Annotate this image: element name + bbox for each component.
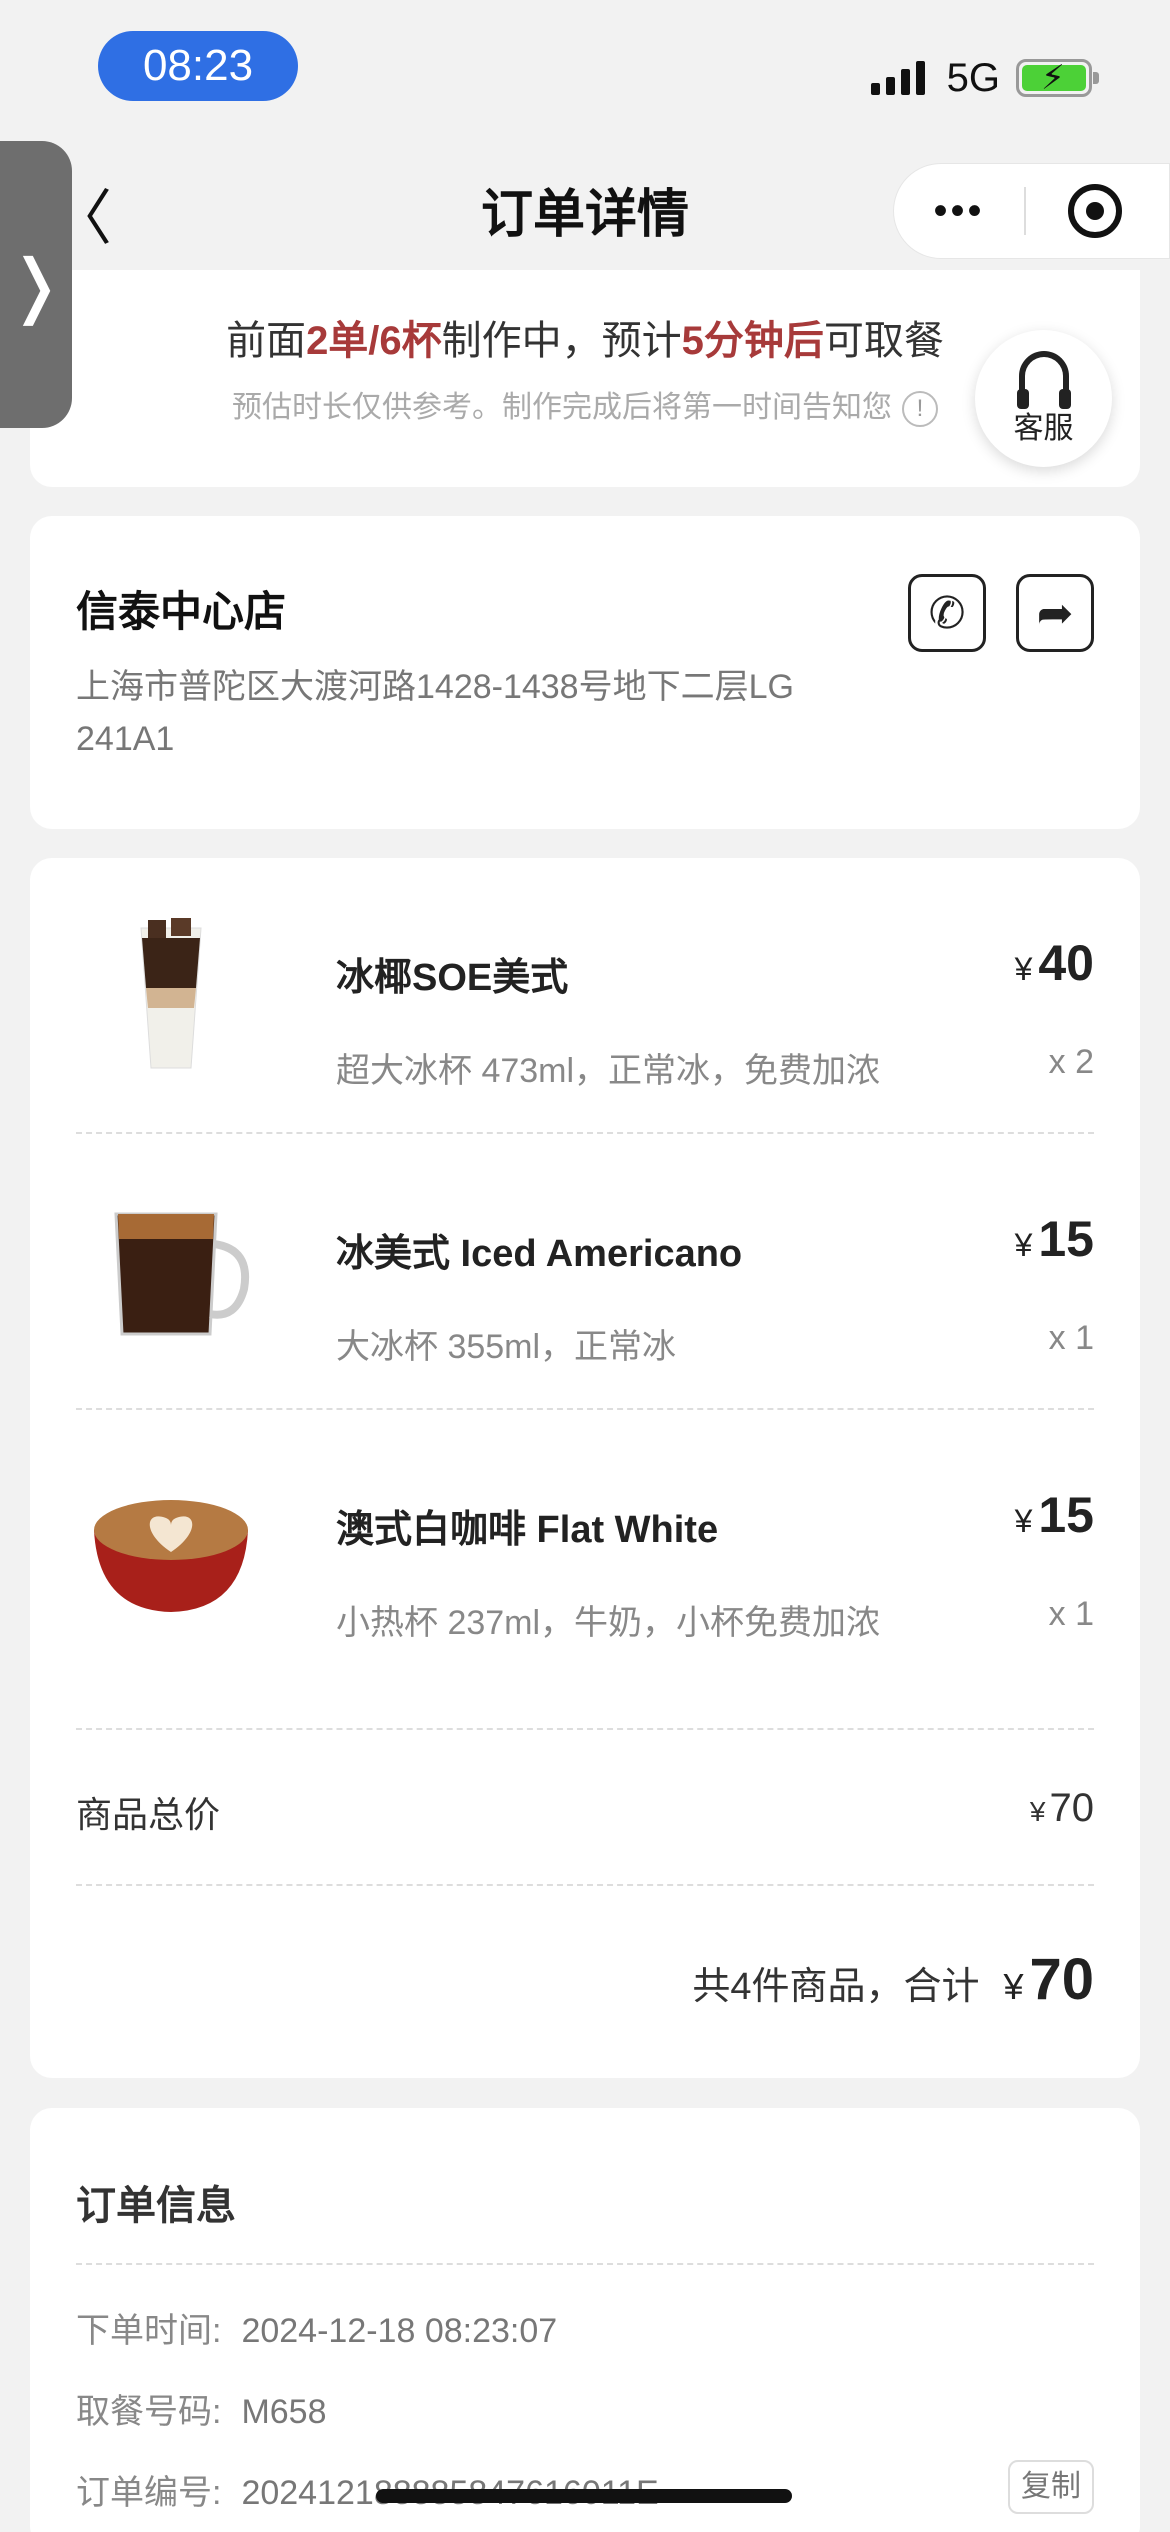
pickup-code-row: 取餐号码: M658 (76, 2393, 327, 2431)
battery-icon: ⚡ (1016, 59, 1099, 97)
grand-total-value: ¥70 (1003, 1947, 1094, 2012)
store-name: 信泰中心店 (76, 588, 287, 635)
copy-button[interactable]: 复制 (1008, 2460, 1094, 2514)
order-time-row: 下单时间: 2024-12-18 08:23:07 (76, 2312, 558, 2350)
item-name: 冰美式 Iced Americano (336, 1233, 743, 1275)
progress-note: 预估时长仅供参考。制作完成后将第一时间告知您! (30, 382, 1140, 428)
item-options: 超大冰杯 473ml，正常冰，免费加浓 (336, 1052, 881, 1090)
headset-icon (1016, 350, 1071, 409)
signal-icon (870, 61, 925, 95)
customer-service-label: 客服 (1013, 411, 1074, 445)
flat-white-image (94, 1500, 248, 1612)
customer-service-button[interactable]: 客服 (975, 330, 1112, 467)
subtotal-value: ¥70 (1029, 1786, 1094, 1830)
item-options: 小热杯 237ml，牛奶，小杯免费加浓 (336, 1604, 881, 1642)
directions-icon[interactable]: ➦ (1016, 574, 1094, 652)
item-options: 大冰杯 355ml，正常冰 (336, 1328, 677, 1366)
subtotal-row: 商品总价 ¥70 (76, 1786, 1094, 1838)
grand-total: 共4件商品，合计 ¥70 (692, 1946, 1094, 2013)
order-info-card: 订单信息 下单时间: 2024-12-18 08:23:07 取餐号码: M658 … (30, 2108, 1140, 2532)
order-detail-page: 08:23 5G ⚡ 〈 订单详情 ••• 前面2单/6杯制作中，预计5分钟后可… (0, 0, 1170, 2532)
network-type: 5G (946, 55, 1000, 100)
item-quantity: x 1 (1048, 1319, 1094, 1357)
mini-program-capsule: ••• (893, 163, 1170, 259)
order-info-title: 订单信息 (76, 2184, 236, 2228)
item-quantity: x 1 (1048, 1595, 1094, 1633)
phone-icon[interactable]: ✆ (908, 574, 986, 652)
store-address: 上海市普陀区大渡河路1428-1438号地下二层LG 241A1 (76, 668, 794, 758)
grand-total-label: 共4件商品，合计 (692, 1966, 980, 2008)
item-name: 冰椰SOE美式 (336, 957, 569, 999)
item-price: ¥15 (1014, 1211, 1094, 1267)
order-item: 冰椰SOE美式 超大冰杯 473ml，正常冰，免费加浓 ¥40 x 2 (76, 858, 1094, 1134)
side-drawer-tab[interactable]: ❭ (0, 141, 72, 428)
item-name: 澳式白咖啡 Flat White (336, 1509, 719, 1551)
home-indicator (376, 2489, 792, 2503)
close-target-icon[interactable] (1068, 184, 1122, 238)
order-item: 澳式白咖啡 Flat White 小热杯 237ml，牛奶，小杯免费加浓 ¥15… (76, 1410, 1094, 1686)
item-quantity: x 2 (1048, 1043, 1094, 1081)
status-indicators: 5G ⚡ (870, 52, 1099, 104)
item-price: ¥15 (1014, 1487, 1094, 1543)
item-price: ¥40 (1014, 935, 1094, 991)
iced-americano-image (114, 1212, 250, 1336)
info-icon[interactable]: ! (902, 391, 938, 428)
status-time: 08:23 (98, 31, 298, 101)
more-icon[interactable]: ••• (894, 189, 1024, 234)
order-item: 冰美式 Iced Americano 大冰杯 355ml，正常冰 ¥15 x 1 (76, 1134, 1094, 1410)
pickup-progress-card: 前面2单/6杯制作中，预计5分钟后可取餐 预估时长仅供参考。制作完成后将第一时间… (30, 270, 1140, 487)
order-items-card: 冰椰SOE美式 超大冰杯 473ml，正常冰，免费加浓 ¥40 x 2 冰美式 … (30, 858, 1140, 2078)
subtotal-label: 商品总价 (76, 1794, 221, 1835)
coconut-americano-image (140, 918, 202, 1069)
store-card: 信泰中心店 上海市普陀区大渡河路1428-1438号地下二层LG 241A1 ✆… (30, 516, 1140, 829)
progress-status: 前面2单/6杯制作中，预计5分钟后可取餐 (226, 319, 944, 363)
